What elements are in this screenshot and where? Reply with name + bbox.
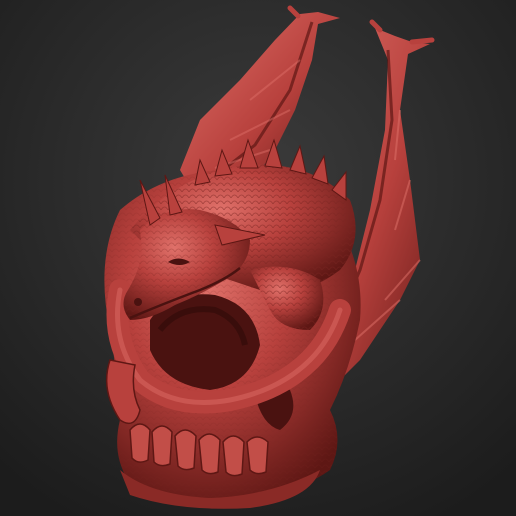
render-viewport <box>0 0 516 516</box>
dragon-skull-sculpt <box>0 0 516 516</box>
